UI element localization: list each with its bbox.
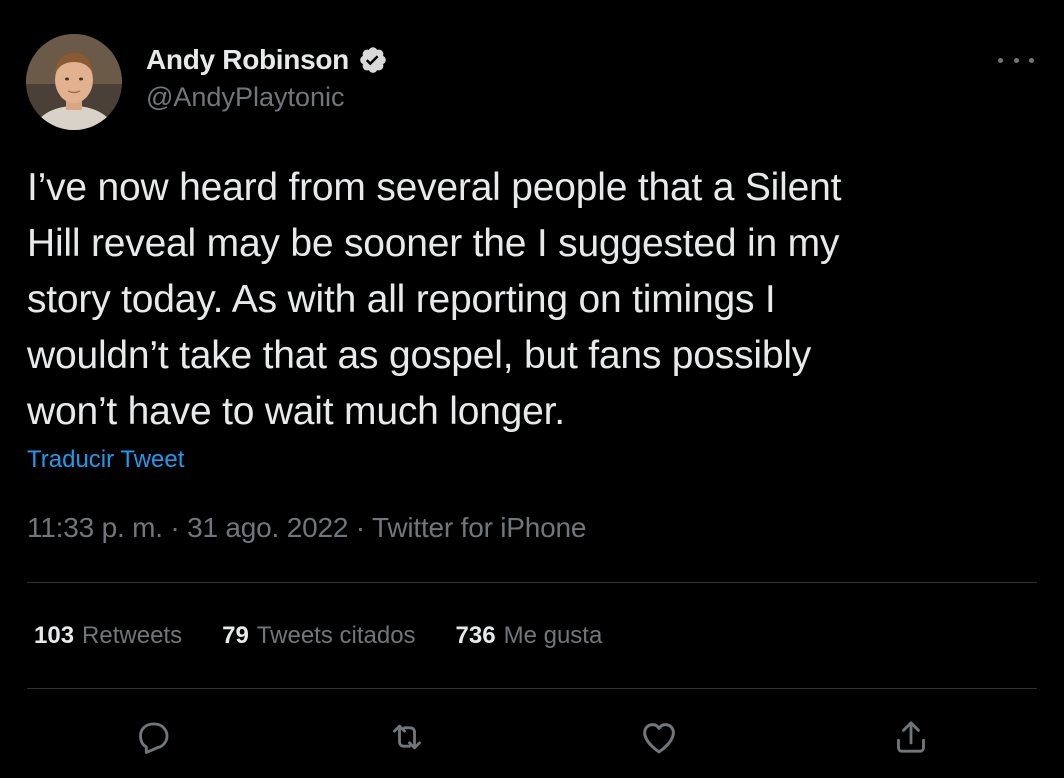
verified-badge-icon bbox=[357, 44, 389, 76]
tweet-text: I’ve now heard from several people that … bbox=[27, 166, 842, 433]
reply-icon[interactable] bbox=[128, 712, 178, 762]
share-icon[interactable] bbox=[886, 712, 936, 762]
dot bbox=[1029, 57, 1034, 63]
tweet-source[interactable]: Twitter for iPhone bbox=[372, 512, 586, 543]
quotes-count: 79 bbox=[222, 622, 249, 649]
author-display-name[interactable]: Andy Robinson bbox=[146, 44, 349, 76]
dot bbox=[1013, 57, 1019, 63]
quotes-stat[interactable]: 79 Tweets citados bbox=[222, 622, 415, 650]
likes-stat[interactable]: 736 Me gusta bbox=[456, 622, 603, 650]
dot bbox=[998, 57, 1003, 63]
tweet-detail: Andy Robinson @AndyPlaytonic I’ve now he… bbox=[0, 0, 1064, 778]
retweet-icon[interactable] bbox=[382, 712, 432, 762]
likes-label: Me gusta bbox=[503, 622, 603, 649]
avatar-image bbox=[26, 34, 122, 130]
quotes-label: Tweets citados bbox=[256, 622, 416, 649]
author-name-row[interactable]: Andy Robinson bbox=[146, 42, 389, 78]
tweet-actions bbox=[0, 712, 1064, 762]
more-options-icon[interactable] bbox=[998, 48, 1034, 72]
retweets-label: Retweets bbox=[82, 622, 183, 649]
tweet-stats: 103 Retweets 79 Tweets citados 736 Me gusta bbox=[34, 622, 642, 650]
meta-separator: · bbox=[348, 512, 372, 543]
author-handle[interactable]: @AndyPlaytonic bbox=[146, 82, 345, 113]
meta-separator: · bbox=[162, 512, 188, 543]
tweet-meta: 11:33 p. m. · 31 ago. 2022 · Twitter for… bbox=[27, 512, 586, 544]
heart-icon[interactable] bbox=[634, 712, 684, 762]
retweets-stat[interactable]: 103 Retweets bbox=[34, 622, 182, 650]
likes-count: 736 bbox=[455, 622, 496, 649]
translate-tweet-link[interactable]: Traducir Tweet bbox=[27, 446, 184, 474]
tweet-time[interactable]: 11:33 p. m. bbox=[27, 512, 163, 543]
tweet-date[interactable]: 31 ago. 2022 bbox=[187, 512, 348, 543]
avatar[interactable] bbox=[26, 34, 122, 130]
divider bbox=[27, 582, 1037, 583]
retweets-count: 103 bbox=[34, 622, 75, 649]
divider bbox=[27, 688, 1037, 689]
